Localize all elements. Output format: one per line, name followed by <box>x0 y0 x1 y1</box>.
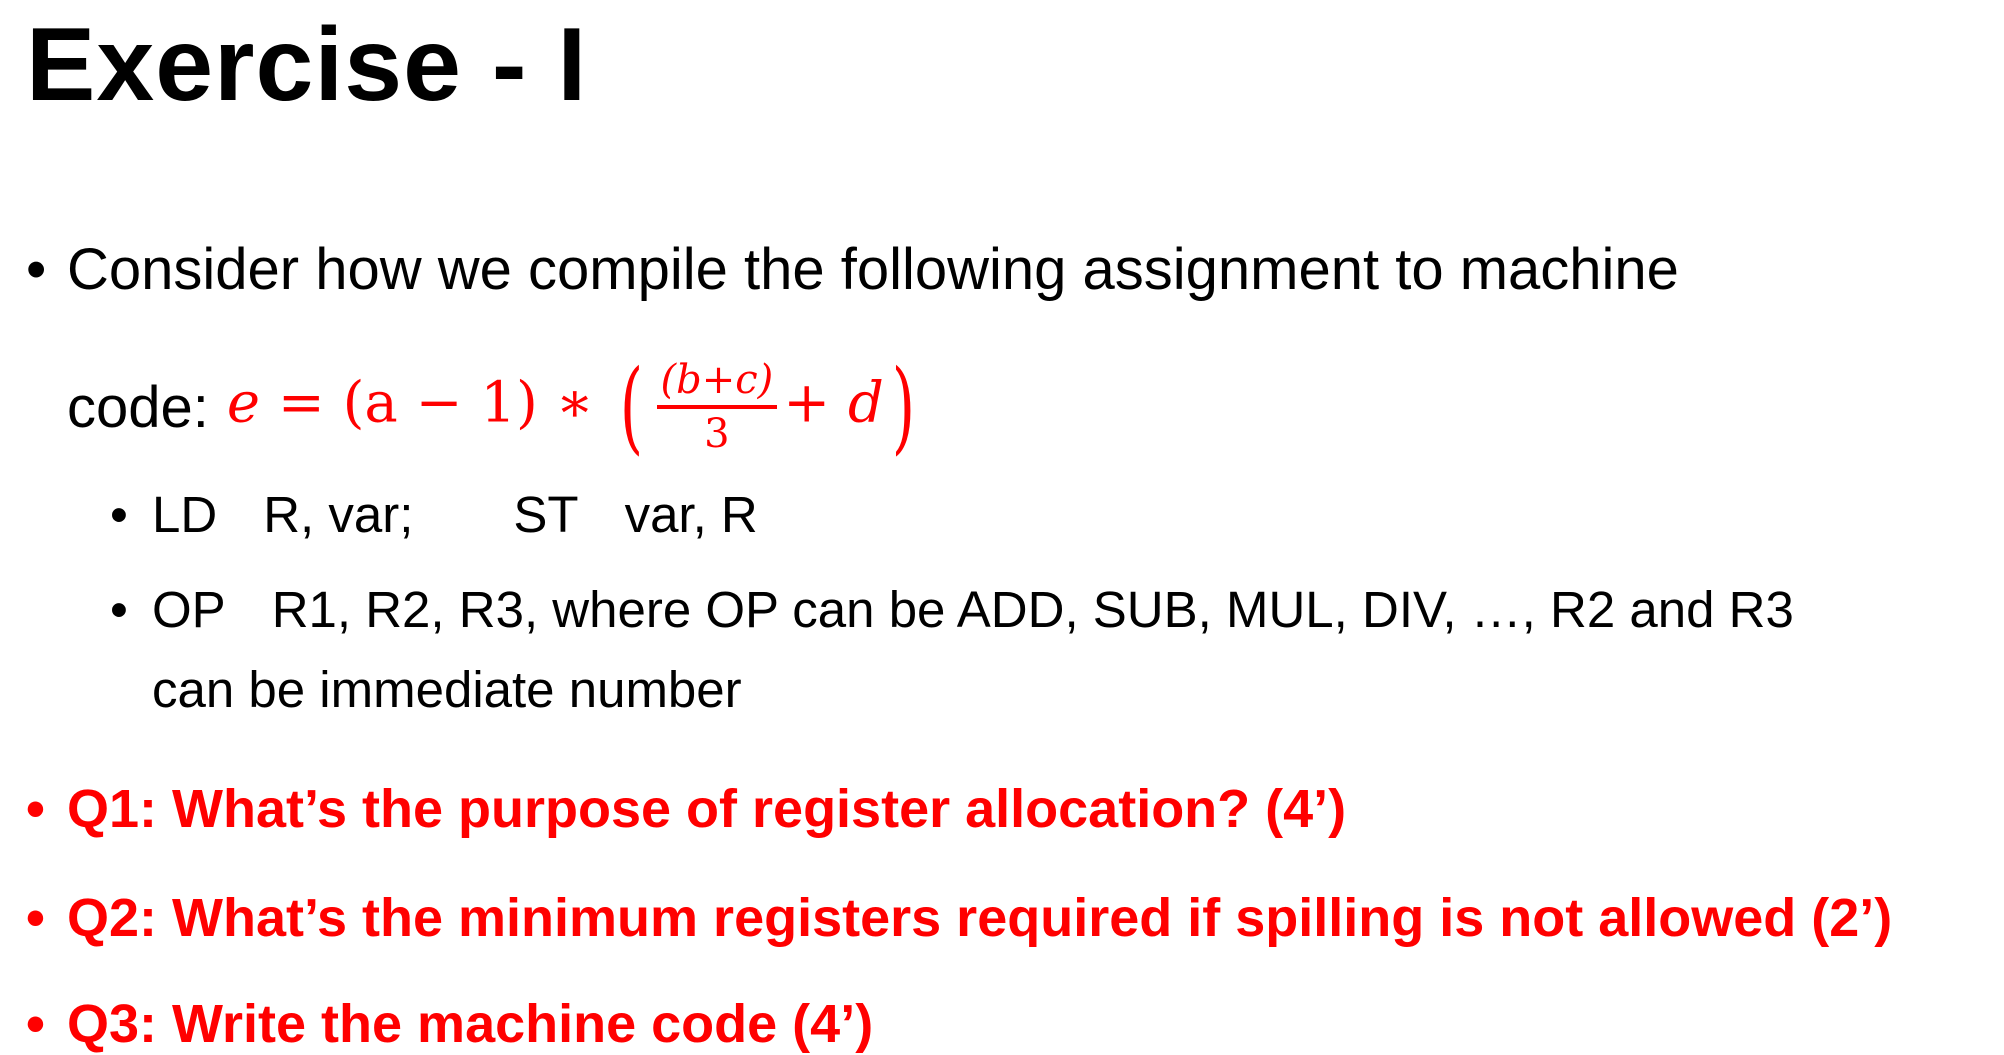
formula-plus-d: + d <box>783 370 884 436</box>
bullet-dot: • <box>26 888 45 948</box>
formula-fraction: (b+c) 3 <box>656 357 778 457</box>
question-3: Q3: Write the machine code (4’) <box>67 994 874 1054</box>
bullet-dot: • <box>110 486 128 543</box>
bullet-dot: • <box>26 237 47 302</box>
bullet-dot: • <box>110 581 128 638</box>
formula-open-paren: ( <box>619 348 643 465</box>
op-line: OP R1, R2, R3, where OP can be ADD, SUB, … <box>152 580 1794 639</box>
op-label: OP <box>152 581 226 638</box>
ld-st-line: LD R, var; ST var, R <box>152 485 758 544</box>
ld-op: LD <box>152 486 218 543</box>
question-2: Q2: What’s the minimum registers require… <box>67 888 1893 948</box>
st-op: ST <box>513 486 579 543</box>
code-label: code: <box>67 374 209 440</box>
formula-denominator: 3 <box>704 411 730 457</box>
st-args: var, R <box>624 486 758 543</box>
slide-title: Exercise - I <box>26 7 588 123</box>
intro-text-line1: Consider how we compile the following as… <box>67 237 1679 302</box>
formula-term-a: (a − 1) <box>342 370 538 436</box>
bullet-dot: • <box>26 779 45 839</box>
formula-eq: = <box>277 370 325 436</box>
bullet-dot: • <box>26 994 45 1054</box>
formula-close-paren: ) <box>891 348 916 465</box>
intro-formula-line: code: e = (a − 1) ∗ ((b+c) 3 + d) <box>67 352 923 462</box>
ld-args: R, var; <box>263 486 414 543</box>
formula-times: ∗ <box>555 370 594 436</box>
op-desc-line2: can be immediate number <box>152 661 742 718</box>
formula-lhs: e <box>226 370 261 436</box>
formula-numerator: (b+c) <box>656 357 778 409</box>
formula: e = (a − 1) ∗ ((b+c) 3 + d) <box>226 348 923 465</box>
op-desc: R1, R2, R3, where OP can be ADD, SUB, MU… <box>271 581 1794 638</box>
question-1: Q1: What’s the purpose of register alloc… <box>67 779 1347 839</box>
